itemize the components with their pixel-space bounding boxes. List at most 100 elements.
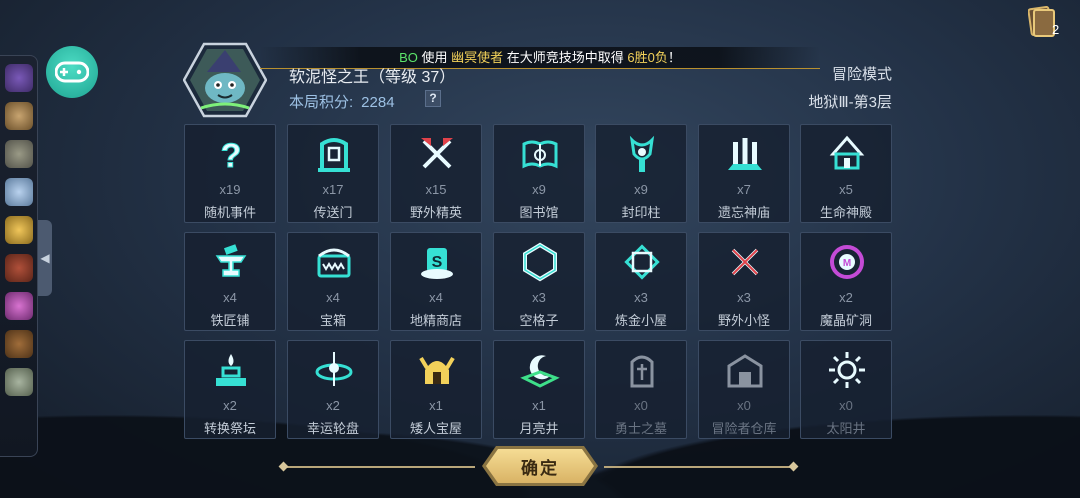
tile-count: x2 bbox=[223, 398, 237, 413]
totem-icon[interactable] bbox=[5, 140, 33, 168]
divider-left bbox=[283, 466, 475, 468]
tile-anvil[interactable]: x4 铁匠铺 bbox=[184, 232, 276, 331]
tile-label: 魔晶矿洞 bbox=[819, 313, 872, 328]
tile-count: x4 bbox=[326, 290, 340, 305]
tile-label: 野外精英 bbox=[409, 205, 462, 220]
ticker-result: 6胜0负 bbox=[627, 50, 668, 65]
seal-pillar-icon bbox=[629, 135, 655, 172]
tile-count: x9 bbox=[634, 182, 648, 197]
tile-label: 随机事件 bbox=[203, 205, 256, 220]
tile-temple[interactable]: x7 遗忘神庙 bbox=[698, 124, 790, 223]
warehouse-icon bbox=[727, 354, 763, 388]
question-icon: ? bbox=[220, 137, 242, 175]
alchemy-icon bbox=[624, 244, 660, 280]
tile-altar[interactable]: x2 转换祭坛 bbox=[184, 340, 276, 439]
boss-name: 软泥怪之王（等级 37） bbox=[289, 69, 456, 86]
tile-label: 地精商店 bbox=[409, 313, 462, 328]
tablet-icon[interactable] bbox=[5, 368, 33, 396]
ticker-text-3: ！ bbox=[667, 50, 681, 65]
tile-count: x3 bbox=[737, 290, 751, 305]
tile-label: 矮人宝屋 bbox=[409, 421, 462, 436]
chest-icon bbox=[317, 248, 351, 278]
tile-shrine[interactable]: x5 生命神殿 bbox=[800, 124, 892, 223]
dwarf-helm-icon bbox=[419, 356, 455, 384]
tile-crystal-mine[interactable]: Mx2 魔晶矿洞 bbox=[800, 232, 892, 331]
tile-label: 冒险者仓库 bbox=[711, 421, 777, 436]
score-value: 2284 bbox=[361, 94, 395, 111]
tile-count: x0 bbox=[839, 398, 853, 413]
temple-icon bbox=[728, 138, 762, 170]
moon-well-icon bbox=[520, 355, 560, 388]
tile-count: x19 bbox=[219, 182, 241, 197]
tile-alchemy[interactable]: x3 炼金小屋 bbox=[595, 232, 687, 331]
tile-label: 铁匠铺 bbox=[210, 313, 250, 328]
tile-hexagon[interactable]: x3 空格子 bbox=[493, 232, 585, 331]
tile-chest[interactable]: x4 宝箱 bbox=[287, 232, 379, 331]
purple-orb-icon[interactable] bbox=[5, 292, 33, 320]
crystal-mine-icon: M bbox=[830, 245, 864, 279]
tile-count: x1 bbox=[532, 398, 546, 413]
tile-label: 封印柱 bbox=[621, 205, 661, 220]
gamepad-icon bbox=[55, 61, 89, 83]
tile-count: x3 bbox=[634, 290, 648, 305]
crossed-swords-icon bbox=[731, 248, 759, 276]
tile-shop-hat[interactable]: Sx4 地精商店 bbox=[390, 232, 482, 331]
ticker-hero: 幽冥使者 bbox=[451, 50, 504, 65]
tile-label: 宝箱 bbox=[319, 313, 346, 328]
tile-tomb[interactable]: x0 勇士之墓 bbox=[595, 340, 687, 439]
altar-icon bbox=[216, 354, 246, 386]
gamepad-button[interactable] bbox=[46, 46, 98, 98]
tile-count: x9 bbox=[532, 182, 546, 197]
tile-dwarf-helm[interactable]: x1 矮人宝屋 bbox=[390, 340, 482, 439]
tile-moon-well[interactable]: x1 月亮井 bbox=[493, 340, 585, 439]
boss-portrait bbox=[183, 42, 267, 118]
tile-label: 空格子 bbox=[519, 313, 559, 328]
potion-icon[interactable] bbox=[5, 178, 33, 206]
svg-text:?: ? bbox=[221, 137, 242, 174]
score-label: 本局积分: bbox=[289, 94, 354, 111]
scroll-icon[interactable] bbox=[5, 102, 33, 130]
tile-label: 月亮井 bbox=[519, 421, 559, 436]
tile-label: 传送门 bbox=[313, 205, 353, 220]
meat-icon[interactable] bbox=[5, 254, 33, 282]
crossed-axes-icon bbox=[421, 138, 453, 169]
tile-label: 图书馆 bbox=[519, 205, 559, 220]
cards-count: 2 bbox=[1052, 22, 1060, 37]
spellbook-icon[interactable] bbox=[5, 330, 33, 358]
tile-count: x1 bbox=[429, 398, 443, 413]
tile-label: 太阳井 bbox=[826, 421, 866, 436]
hexagon-icon bbox=[523, 242, 557, 282]
tile-count: x0 bbox=[737, 398, 751, 413]
tile-warehouse[interactable]: x0 冒险者仓库 bbox=[698, 340, 790, 439]
svg-text:M: M bbox=[843, 258, 851, 269]
tile-label: 转换祭坛 bbox=[203, 421, 256, 436]
score-line: 本局积分: 2284 bbox=[289, 91, 403, 112]
tile-count: x3 bbox=[532, 290, 546, 305]
tile-portal[interactable]: x17 传送门 bbox=[287, 124, 379, 223]
tile-wheel[interactable]: x2 幸运轮盘 bbox=[287, 340, 379, 439]
score-help-button[interactable]: ? bbox=[425, 90, 441, 107]
tile-seal-pillar[interactable]: x9 封印柱 bbox=[595, 124, 687, 223]
tile-question[interactable]: ? x19 随机事件 bbox=[184, 124, 276, 223]
pouch-icon[interactable] bbox=[5, 64, 33, 92]
tile-label: 勇士之墓 bbox=[614, 421, 667, 436]
key-icon[interactable] bbox=[5, 216, 33, 244]
shop-hat-icon: S bbox=[421, 248, 453, 279]
item-sidebar bbox=[0, 55, 38, 457]
chevron-left-icon: ◀ bbox=[40, 251, 50, 265]
confirm-button[interactable]: 确定 bbox=[486, 449, 594, 483]
tile-grid: ? x19 随机事件 x17 传送门 x15 野外精英 x9 图书馆 x9 封印柱 x7 遗忘神庙 x5 生… bbox=[184, 124, 892, 442]
tile-sun-well[interactable]: x0 太阳井 bbox=[800, 340, 892, 439]
tile-count: x2 bbox=[839, 290, 853, 305]
tile-count: x5 bbox=[839, 182, 853, 197]
tomb-icon bbox=[630, 355, 654, 388]
portal-icon bbox=[318, 138, 350, 172]
tile-label: 炼金小屋 bbox=[614, 313, 667, 328]
collapse-sidebar-button[interactable]: ◀ bbox=[38, 220, 52, 296]
tile-label: 野外小怪 bbox=[717, 313, 770, 328]
tile-crossed-axes[interactable]: x15 野外精英 bbox=[390, 124, 482, 223]
tile-count: x15 bbox=[425, 182, 447, 197]
tile-label: 生命神殿 bbox=[819, 205, 872, 220]
tile-crossed-swords[interactable]: x3 野外小怪 bbox=[698, 232, 790, 331]
tile-open-book[interactable]: x9 图书馆 bbox=[493, 124, 585, 223]
